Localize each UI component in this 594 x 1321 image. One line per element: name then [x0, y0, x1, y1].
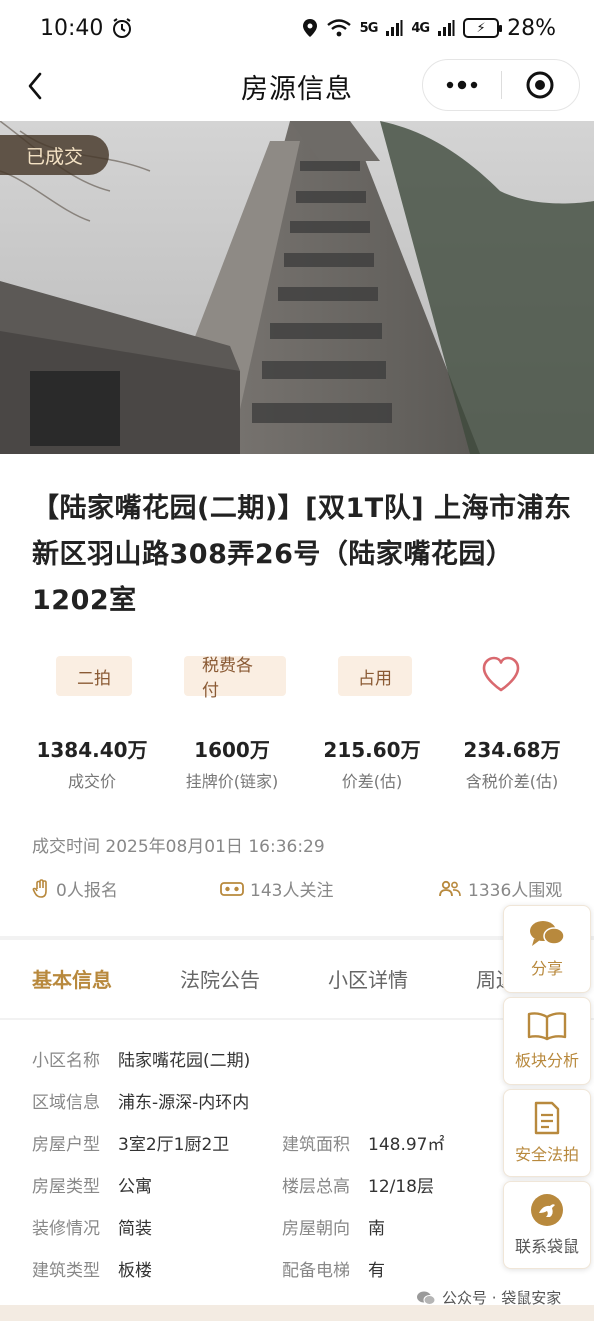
area-label: 建筑面积	[282, 1135, 350, 1155]
listing-price-value: 1600万	[194, 738, 270, 762]
network-5g: 5G	[359, 20, 379, 36]
listing-price: 1600万 挂牌价(链家)	[162, 734, 302, 792]
follower-stat: 143人关注	[220, 876, 333, 901]
decoration-label: 装修情况	[32, 1219, 100, 1239]
listing-title: 【陆家嘴花园(二期)】[双1T队] 上海市浦东新区羽山路308弄26号（陆家嘴花…	[32, 493, 572, 616]
area-analysis-button[interactable]: 板块分析	[503, 997, 591, 1085]
target-close-icon	[526, 71, 554, 99]
nav-header: 房源信息	[0, 56, 594, 116]
region-label: 区域信息	[32, 1093, 100, 1113]
deal-time: 成交时间 2025年08月01日 16:36:29	[32, 837, 325, 857]
tab-basic-info[interactable]: 基本信息	[32, 964, 112, 993]
open-book-icon	[527, 1012, 567, 1041]
safe-auction-button[interactable]: 安全法拍	[503, 1089, 591, 1177]
viewer-stat: 1336人围观	[438, 876, 562, 901]
engagement-stats: 0人报名 143人关注 1336人围观	[32, 876, 572, 902]
mini-program-capsule	[422, 59, 580, 111]
contact-label: 联系袋鼠	[514, 1237, 579, 1256]
community-value: 陆家嘴花园(二期)	[118, 1051, 251, 1071]
property-photo[interactable]: 已成交	[0, 121, 594, 454]
chat-bubble-icon	[530, 921, 565, 946]
tax-price-gap-label: 含税价差(估)	[465, 772, 559, 791]
page-title: 房源信息	[241, 73, 353, 105]
price-gap-label: 价差(估)	[341, 772, 403, 791]
battery-icon: ⚡	[463, 18, 503, 38]
back-icon[interactable]	[22, 68, 52, 104]
building-type-value: 板楼	[118, 1261, 152, 1281]
tab-court-notice[interactable]: 法院公告	[180, 964, 260, 993]
layout-label: 房屋户型	[32, 1135, 100, 1155]
price-summary: 1384.40万 成交价 1600万 挂牌价(链家) 215.60万 价差(估)…	[22, 734, 582, 792]
location-icon	[302, 19, 317, 37]
building-type-label: 建筑类型	[32, 1261, 100, 1281]
tab-community-details[interactable]: 小区详情	[328, 964, 408, 993]
tag-auction-round: 二拍	[56, 656, 132, 696]
elevator-label: 配备电梯	[282, 1261, 350, 1281]
signup-stat: 0人报名	[32, 876, 118, 901]
house-type-value: 公寓	[118, 1177, 152, 1197]
sold-badge: 已成交	[0, 135, 110, 175]
layout-value: 3室2厅1厨2卫	[118, 1135, 230, 1155]
deal-price-label: 成交价	[67, 772, 116, 791]
floor-value: 12/18层	[368, 1177, 434, 1197]
status-bar: 10:40 5G 4G ⚡ 28%	[0, 0, 594, 56]
area-value: 148.97㎡	[368, 1135, 445, 1155]
tax-price-gap-value: 234.68万	[463, 738, 561, 762]
more-dots-icon	[446, 80, 477, 90]
listing-price-label: 挂牌价(链家)	[185, 772, 279, 791]
signup-count: 0人报名	[56, 881, 118, 901]
area-analysis-label: 板块分析	[514, 1051, 579, 1070]
status-time: 10:40	[40, 15, 104, 41]
alarm-icon	[113, 18, 132, 38]
share-button[interactable]: 分享	[503, 905, 591, 993]
deal-price-value: 1384.40万	[36, 738, 148, 762]
viewer-count: 1336人围观	[468, 881, 563, 901]
orientation-label: 房屋朝向	[282, 1219, 350, 1239]
signal-icon	[386, 20, 403, 36]
close-mini-program-button[interactable]	[502, 59, 580, 111]
house-type-label: 房屋类型	[32, 1177, 100, 1197]
price-gap: 215.60万 价差(估)	[302, 734, 442, 792]
kangaroo-logo-icon	[531, 1194, 563, 1226]
signal-icon	[438, 20, 455, 36]
region-value: 浦东-源深-内环内	[118, 1093, 250, 1113]
people-icon	[439, 880, 461, 896]
wechat-icon	[417, 1291, 436, 1305]
tax-price-gap: 234.68万 含税价差(估)	[442, 734, 582, 792]
hand-icon	[32, 878, 47, 898]
orientation-value: 南	[368, 1219, 385, 1239]
contact-button[interactable]: 联系袋鼠	[503, 1181, 591, 1269]
safe-auction-label: 安全法拍	[514, 1145, 579, 1164]
follower-count: 143人关注	[250, 881, 334, 901]
vr-glasses-icon	[220, 881, 244, 896]
wifi-icon	[326, 19, 351, 37]
share-label: 分享	[530, 959, 563, 978]
tag-occupancy: 占用	[338, 656, 412, 696]
tag-tax-terms: 税费各付	[184, 656, 286, 701]
elevator-value: 有	[368, 1261, 385, 1281]
tag-row: 二拍 税费各付 占用	[56, 656, 412, 701]
floor-label: 楼层总高	[282, 1177, 350, 1197]
community-label: 小区名称	[32, 1051, 100, 1071]
battery-level: 28%	[507, 15, 556, 41]
more-button[interactable]	[423, 59, 501, 111]
bottom-bar	[0, 1305, 594, 1321]
network-4g: 4G	[411, 20, 430, 36]
price-gap-value: 215.60万	[323, 738, 421, 762]
deal-price: 1384.40万 成交价	[22, 734, 162, 792]
document-icon	[534, 1101, 560, 1135]
decoration-value: 简装	[118, 1219, 152, 1239]
favorite-heart-icon[interactable]	[480, 654, 522, 696]
